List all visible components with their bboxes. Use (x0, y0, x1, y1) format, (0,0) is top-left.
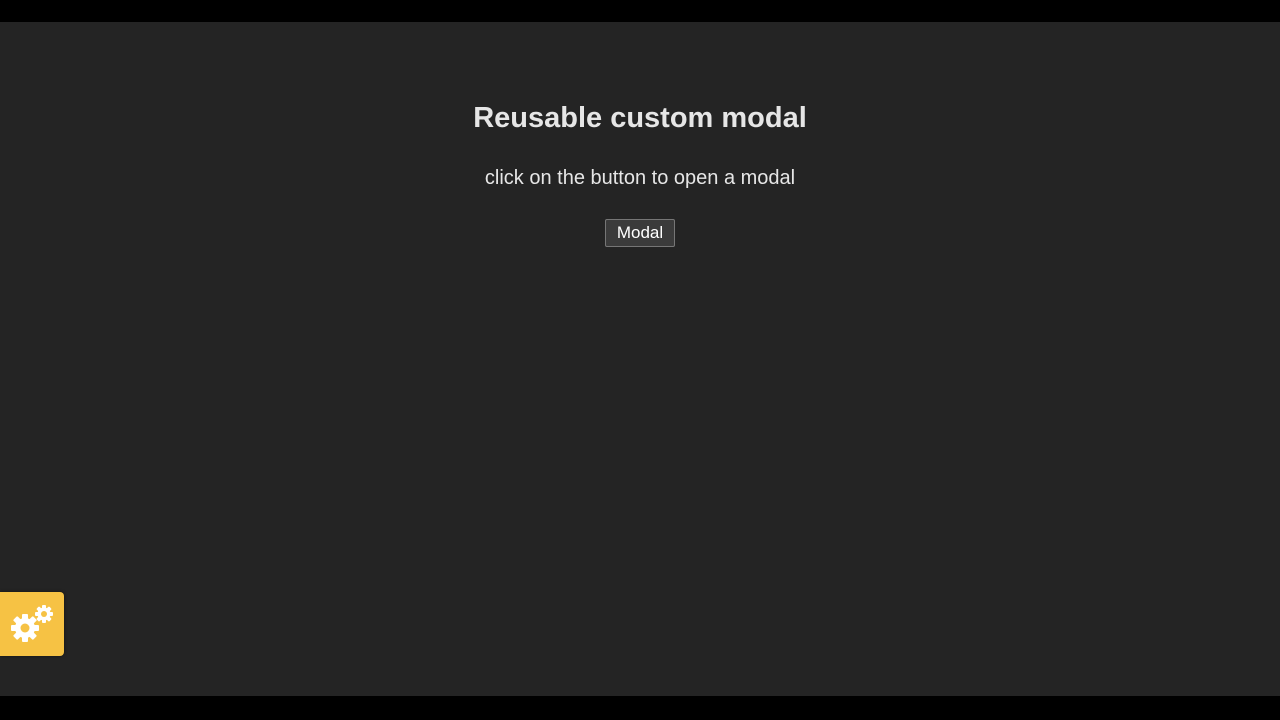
page-viewport: Reusable custom modal click on the butto… (0, 22, 1280, 696)
page-subtitle: click on the button to open a modal (484, 167, 796, 189)
open-modal-button[interactable]: Modal (605, 219, 675, 247)
gears-icon (11, 605, 53, 642)
settings-widget-button[interactable] (0, 592, 64, 656)
page-title: Reusable custom modal (473, 102, 807, 134)
